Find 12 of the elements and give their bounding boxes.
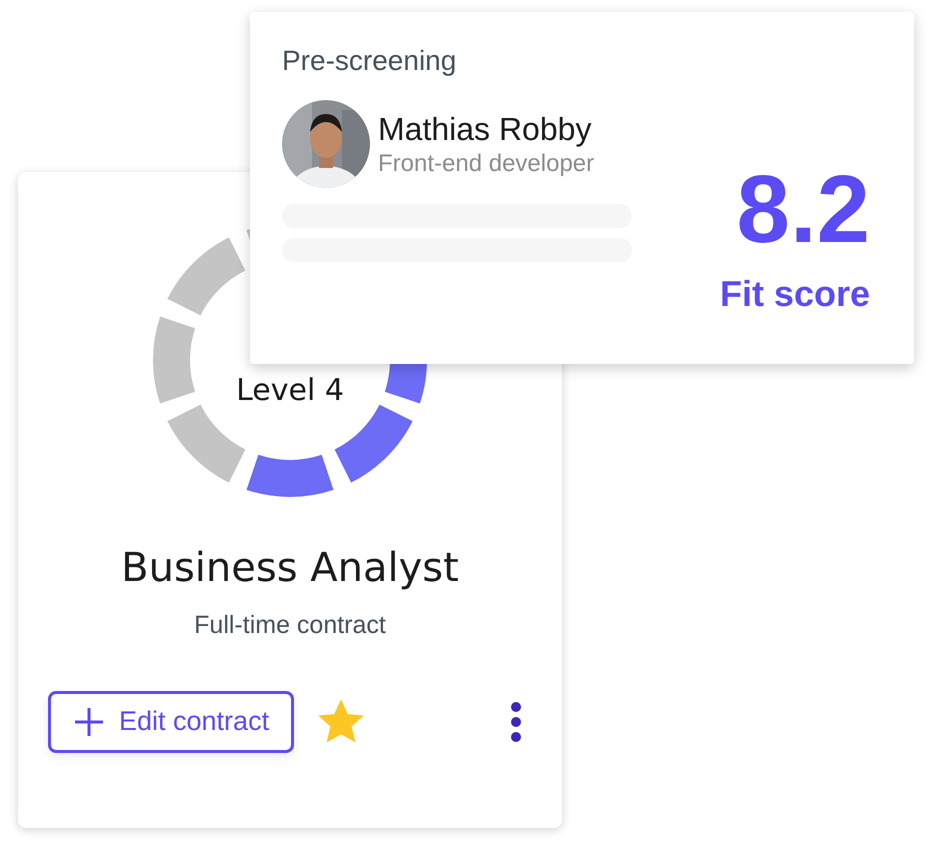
candidate-role: Front-end developer <box>378 149 594 179</box>
more-options-icon[interactable] <box>510 700 522 742</box>
contract-type: Full-time contract <box>194 610 386 641</box>
level-label: Level 4 <box>236 372 344 410</box>
candidate-name: Mathias Robby <box>378 110 592 149</box>
fit-score-value: 8.2 <box>736 162 870 258</box>
job-title: Business Analyst <box>121 544 459 593</box>
plus-icon <box>73 706 105 738</box>
card-heading: Pre-screening <box>282 44 458 78</box>
fit-score-label: Fit score <box>720 276 870 312</box>
edit-contract-button[interactable]: Edit contract <box>48 690 294 752</box>
favorite-star-icon[interactable] <box>318 700 364 744</box>
